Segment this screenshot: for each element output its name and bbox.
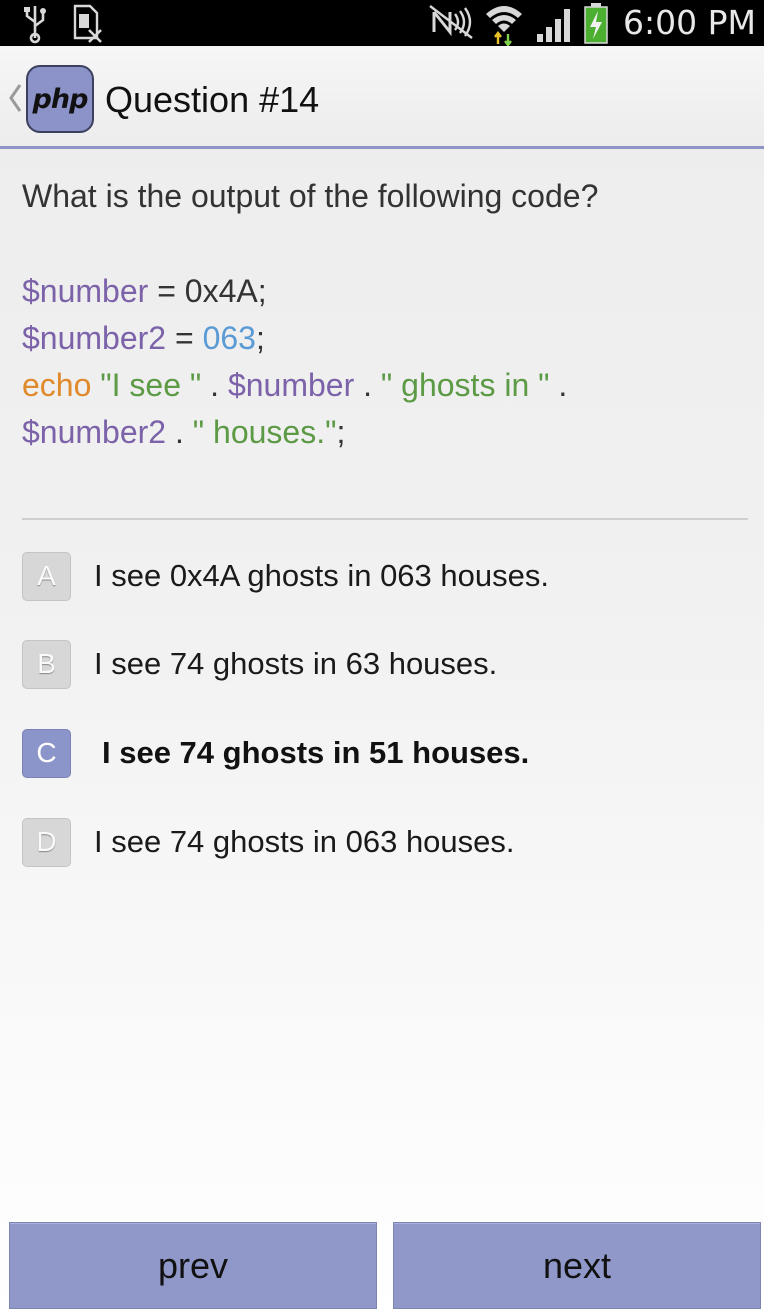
answer-text-b[interactable]: I see 74 ghosts in 63 houses. [94, 646, 497, 682]
code-plain: . [201, 367, 228, 403]
status-bar: 6:00 PM [0, 0, 764, 46]
code-string: " ghosts in " [380, 367, 550, 403]
no-sim-icon [73, 4, 102, 43]
answer-option-a[interactable]: A I see 0x4A ghosts in 063 houses. [22, 551, 742, 601]
code-variable: $number [227, 367, 355, 403]
answer-text-d[interactable]: I see 74 ghosts in 063 houses. [94, 824, 515, 860]
question-divider [22, 518, 748, 520]
answer-option-c[interactable]: C I see 74 ghosts in 51 houses. [22, 728, 742, 778]
answer-letter-a[interactable]: A [22, 551, 71, 601]
code-number: 063 [202, 320, 256, 356]
next-button[interactable]: next [393, 1222, 761, 1309]
battery-charging-icon [584, 3, 608, 44]
code-plain: = 0x4A; [148, 273, 267, 309]
page-title: Question #14 [105, 79, 320, 120]
code-plain: . [166, 414, 193, 450]
code-variable: $number [22, 273, 149, 309]
signal-icon [537, 9, 570, 42]
code-plain: . [354, 367, 381, 403]
wifi-icon [486, 6, 522, 46]
code-line-1: $number = 0x4A; [22, 268, 567, 315]
code-line-4: $number2 . " houses."; [22, 409, 567, 456]
code-plain: ; [255, 320, 265, 356]
code-plain: ; [336, 414, 346, 450]
php-logo[interactable]: php [26, 65, 94, 133]
answer-text-c[interactable]: I see 74 ghosts in 51 houses. [102, 735, 529, 771]
answer-option-d[interactable]: D I see 74 ghosts in 063 houses. [22, 817, 742, 867]
status-time: 6:00 PM [623, 3, 756, 42]
answer-letter-d[interactable]: D [22, 817, 71, 867]
code-line-3: echo "I see " . $number . " ghosts in " … [22, 362, 567, 409]
answer-text-a[interactable]: I see 0x4A ghosts in 063 houses. [94, 558, 549, 594]
code-block: $number = 0x4A; $number2 = 063; echo "I … [22, 268, 567, 456]
nfc-muted-icon [429, 5, 473, 39]
answer-letter-b[interactable]: B [22, 639, 71, 689]
usb-icon [24, 6, 46, 44]
code-line-2: $number2 = 063; [22, 315, 567, 362]
code-variable: $number2 [22, 320, 167, 356]
question-prompt: What is the output of the following code… [22, 178, 599, 214]
code-keyword: echo [22, 367, 92, 403]
code-plain: = [166, 320, 203, 356]
answer-letter-c[interactable]: C [22, 728, 71, 778]
code-plain: . [549, 367, 568, 403]
code-string: "I see " [91, 367, 202, 403]
prev-button[interactable]: prev [9, 1222, 377, 1309]
back-chevron-icon[interactable] [8, 83, 22, 113]
code-string: " houses." [192, 414, 337, 450]
code-variable: $number2 [22, 414, 167, 450]
answer-option-b[interactable]: B I see 74 ghosts in 63 houses. [22, 639, 742, 689]
action-bar-divider [0, 146, 764, 149]
